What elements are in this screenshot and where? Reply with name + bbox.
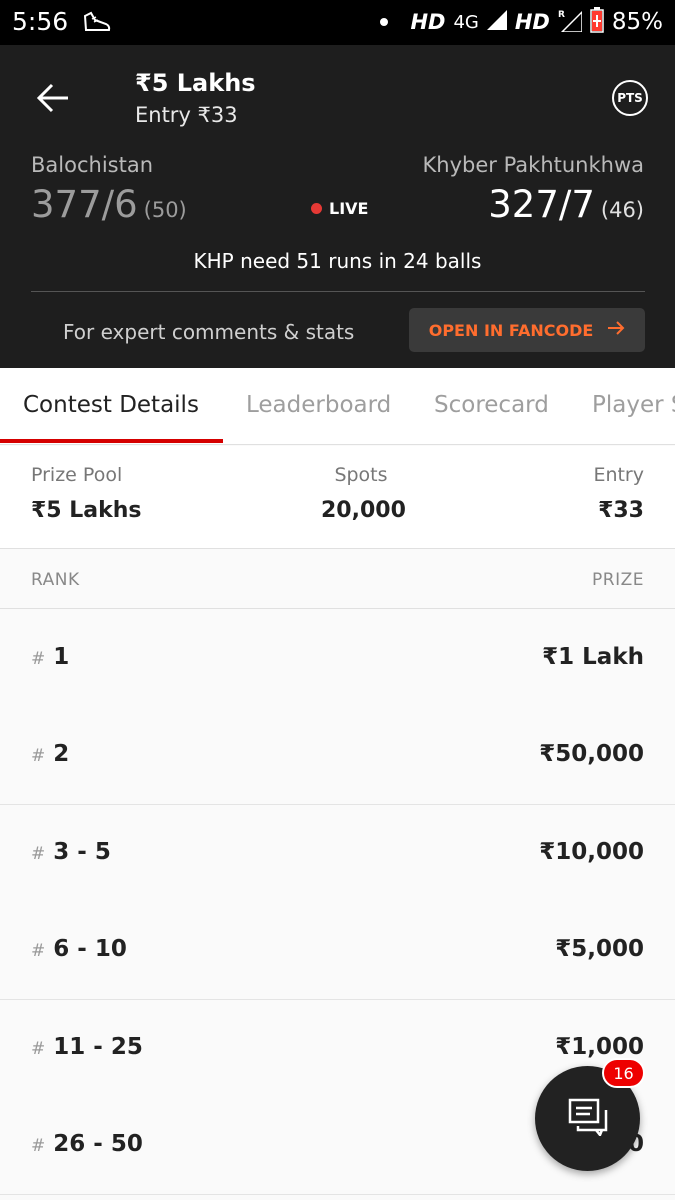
prize-amount: ₹5,000 bbox=[555, 936, 644, 962]
tab-leaderboard[interactable]: Leaderboard bbox=[246, 392, 391, 418]
rank-range: #6 - 10 bbox=[31, 936, 127, 962]
prize-pool: Prize Pool ₹5 Lakhs bbox=[31, 464, 142, 523]
status-bar: 5:56 HD 4G HD R 85% bbox=[0, 0, 675, 45]
shoe-icon bbox=[82, 10, 112, 38]
battery-icon bbox=[590, 6, 604, 38]
tab-contest-details[interactable]: Contest Details bbox=[23, 392, 199, 418]
prize-amount: ₹1 Lakh bbox=[542, 644, 644, 670]
spots: Spots 20,000 bbox=[321, 464, 406, 523]
network-type: 4G bbox=[453, 11, 479, 33]
prize-row: #2 ₹50,000 bbox=[0, 707, 675, 805]
rank-range: #11 - 25 bbox=[31, 1034, 143, 1060]
hd-label-2: HD bbox=[514, 10, 550, 34]
hd-label: HD bbox=[410, 10, 446, 34]
back-arrow-icon[interactable] bbox=[36, 81, 70, 115]
chat-unread-badge: 16 bbox=[602, 1058, 645, 1088]
prize-column-header: PRIZE bbox=[592, 570, 644, 590]
tab-player-stats[interactable]: Player Stats bbox=[592, 392, 675, 418]
team-left-name: Balochistan bbox=[31, 153, 154, 177]
team-left-score: 377/6 (50) bbox=[31, 183, 187, 226]
prize-row: #6 - 10 ₹5,000 bbox=[0, 902, 675, 1000]
signal-icon bbox=[486, 9, 507, 35]
contest-summary: Prize Pool ₹5 Lakhs Spots 20,000 Entry ₹… bbox=[0, 446, 675, 549]
rank-range: #1 bbox=[31, 644, 70, 670]
prize-amount: ₹1,000 bbox=[555, 1034, 644, 1060]
contest-entry: Entry ₹33 bbox=[135, 103, 238, 127]
live-dot-icon bbox=[311, 203, 322, 214]
expert-comments-text: For expert comments & stats bbox=[63, 320, 355, 344]
entry-fee: Entry ₹33 bbox=[593, 464, 644, 523]
match-header: ₹5 Lakhs Entry ₹33 PTS Balochistan 377/6… bbox=[0, 45, 675, 368]
match-status-text: KHP need 51 runs in 24 balls bbox=[193, 249, 482, 273]
tab-scorecard[interactable]: Scorecard bbox=[434, 392, 549, 418]
team-right-name: Khyber Pakhtunkhwa bbox=[422, 153, 645, 177]
points-button[interactable]: PTS bbox=[612, 80, 648, 116]
chat-icon bbox=[568, 1098, 608, 1140]
rank-column-header: RANK bbox=[31, 570, 80, 590]
svg-text:R: R bbox=[558, 10, 565, 20]
notification-dot-icon bbox=[380, 18, 389, 26]
open-in-fancode-button[interactable]: OPEN IN FANCODE bbox=[409, 308, 645, 352]
team-right-score: 327/7 (46) bbox=[488, 183, 644, 226]
prize-row: #1 ₹1 Lakh bbox=[0, 610, 675, 708]
status-time: 5:56 bbox=[12, 7, 69, 36]
prize-row: #3 - 5 ₹10,000 bbox=[0, 805, 675, 903]
tab-bar: Contest Details Leaderboard Scorecard Pl… bbox=[0, 368, 675, 445]
battery-percent: 85% bbox=[611, 9, 663, 35]
prize-amount: ₹50,000 bbox=[539, 741, 644, 767]
rank-range: #3 - 5 bbox=[31, 839, 111, 865]
arrow-right-icon bbox=[607, 320, 625, 340]
prize-table-header: RANK PRIZE bbox=[0, 550, 675, 609]
active-tab-indicator bbox=[0, 439, 223, 443]
contest-title: ₹5 Lakhs bbox=[135, 69, 256, 97]
header-divider bbox=[31, 291, 645, 292]
rank-range: #2 bbox=[31, 741, 70, 767]
signal-roaming-icon: R bbox=[558, 8, 583, 37]
rank-range: #26 - 50 bbox=[31, 1131, 143, 1157]
prize-amount: ₹10,000 bbox=[539, 839, 644, 865]
live-indicator: LIVE bbox=[311, 199, 368, 218]
